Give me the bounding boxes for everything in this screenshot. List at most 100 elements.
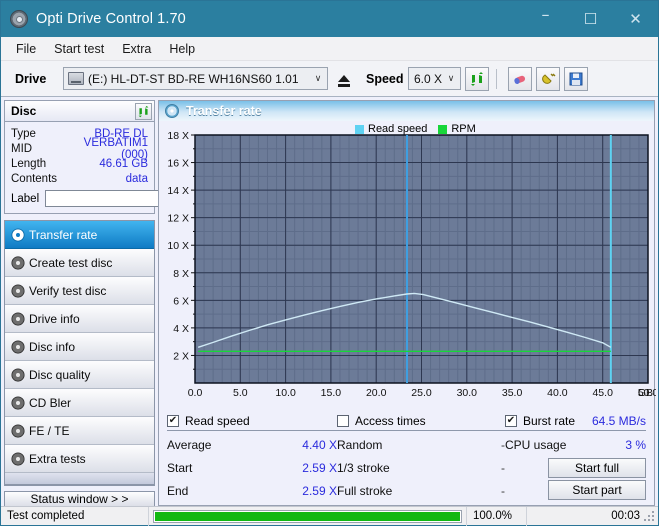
disc-info-icon [11, 340, 29, 354]
window-controls: – ☐ ✕ [523, 1, 658, 37]
stat-row-random: Random - [337, 433, 505, 456]
settings-button[interactable] [536, 67, 560, 91]
disc-panel-header: Disc [5, 101, 154, 122]
disc-label-row: Label [11, 189, 148, 208]
sidebar-item-disc-quality[interactable]: Disc quality [5, 361, 154, 389]
speed-select[interactable]: 6.0 X ∨ [408, 67, 461, 90]
content-header: Transfer rate [159, 101, 654, 121]
progress-bar [149, 507, 467, 526]
disc-icon [11, 396, 29, 410]
elapsed-time: 00:03 [527, 507, 658, 526]
read-speed-checkbox[interactable]: ✔ [167, 415, 179, 427]
save-button[interactable] [564, 67, 588, 91]
burst-rate-header: ✔ Burst rate 64.5 MB/s [505, 411, 646, 431]
content-panel: Transfer rate Read speed RPM 2 X4 X6 X8 … [158, 100, 655, 506]
refresh-icon [137, 105, 150, 118]
sidebar-item-label: Drive info [29, 312, 80, 326]
maximize-button[interactable]: ☐ [568, 1, 613, 37]
sidebar-item-cd-bler[interactable]: CD Bler [5, 389, 154, 417]
read-speed-column: ✔ Read speed Average 4.40 X Start 2.59 X… [167, 411, 337, 506]
drive-select-value: (E:) HL-DT-ST BD-RE WH16NS60 1.01 [88, 72, 309, 86]
start-part-button[interactable]: Start part [548, 480, 646, 500]
chevron-down-icon: ∨ [309, 74, 327, 84]
stats-panel: ✔ Read speed Average 4.40 X Start 2.59 X… [159, 409, 654, 506]
svg-text:45.0: 45.0 [592, 387, 613, 399]
sidebar-item-label: Create test disc [29, 256, 112, 270]
svg-text:25.0: 25.0 [411, 387, 432, 399]
disc-refresh-button[interactable] [135, 103, 152, 120]
chart-plot[interactable]: 2 X4 X6 X8 X10 X12 X14 X16 X18 X0.05.010… [159, 121, 656, 409]
stat-row-full-stroke: Full stroke - [337, 479, 505, 502]
sidebar-item-label: Disc info [29, 340, 75, 354]
stat-key: Average [167, 438, 302, 452]
svg-text:6 X: 6 X [173, 295, 189, 307]
disc-quality-icon [11, 368, 29, 382]
disc-row-key: Type [11, 128, 73, 140]
app-window: Opti Drive Control 1.70 – ☐ ✕ File Start… [0, 0, 659, 526]
sidebar-item-label: Transfer rate [29, 228, 97, 242]
disc-verify-icon [11, 284, 29, 298]
disc-row-value: data [73, 173, 148, 185]
stat-row-start: Start 2.59 X [167, 456, 337, 479]
disc-row-key: Length [11, 158, 73, 170]
sidebar-item-verify-test-disc[interactable]: Verify test disc [5, 277, 154, 305]
menu-item-file[interactable]: File [7, 39, 45, 59]
start-full-label: Start full [575, 461, 619, 475]
plug-icon [540, 71, 556, 87]
app-disc-icon [10, 10, 28, 28]
start-full-button[interactable]: Start full [548, 458, 646, 478]
speed-label: Speed [362, 72, 408, 86]
svg-text:10.0: 10.0 [275, 387, 296, 399]
disc-info-icon [11, 312, 29, 326]
svg-text:20.0: 20.0 [366, 387, 387, 399]
burst-rate-checkbox[interactable]: ✔ [505, 415, 517, 427]
eraser-icon [512, 71, 528, 87]
sidebar-item-transfer-rate[interactable]: Transfer rate [5, 221, 154, 249]
sidebar-item-create-test-disc[interactable]: Create test disc [5, 249, 154, 277]
menu-item-help[interactable]: Help [160, 39, 204, 59]
sidebar-item-drive-info[interactable]: Drive info [5, 305, 154, 333]
legend-label-rpm: RPM [451, 123, 475, 135]
status-window-button[interactable]: Status window > > [4, 491, 155, 507]
content-title: Transfer rate [186, 104, 262, 118]
sidebar-item-extra-tests[interactable]: Extra tests [5, 445, 154, 473]
svg-text:15.0: 15.0 [321, 387, 342, 399]
svg-text:30.0: 30.0 [457, 387, 478, 399]
minimize-button[interactable]: – [523, 1, 568, 37]
svg-text:4 X: 4 X [173, 323, 189, 335]
disc-icon [165, 104, 179, 118]
speed-select-value: 6.0 X [414, 72, 442, 86]
eject-button[interactable] [332, 67, 356, 91]
access-times-checkbox[interactable] [337, 415, 349, 427]
stat-row-average: Average 4.40 X [167, 433, 337, 456]
disc-row-contents: Contents data [11, 171, 148, 186]
svg-text:0.0: 0.0 [188, 387, 203, 399]
sidebar-item-fe-te[interactable]: FE / TE [5, 417, 154, 445]
menu-item-extra[interactable]: Extra [113, 39, 160, 59]
close-button[interactable]: ✕ [613, 1, 658, 37]
erase-button[interactable] [508, 67, 532, 91]
refresh-drive-button[interactable] [465, 67, 489, 91]
start-part-label: Start part [572, 483, 621, 497]
access-times-header: Access times [337, 411, 505, 431]
read-speed-header: ✔ Read speed [167, 411, 337, 431]
disc-panel-title: Disc [11, 104, 135, 118]
stat-value: - [453, 461, 505, 475]
transfer-rate-chart: Read speed RPM 2 X4 X6 X8 X10 X12 X14 X1… [159, 121, 654, 409]
drive-select[interactable]: (E:) HL-DT-ST BD-RE WH16NS60 1.01 ∨ [63, 67, 328, 90]
resize-grip-icon[interactable] [644, 511, 656, 523]
menu-item-start-test[interactable]: Start test [45, 39, 113, 59]
stat-key: 1/3 stroke [337, 461, 453, 475]
stat-key: CPU usage [505, 438, 625, 452]
svg-text:12 X: 12 X [167, 213, 189, 225]
stat-value: - [453, 438, 505, 452]
stat-row-third-stroke: 1/3 stroke - [337, 456, 505, 479]
disc-row-mid: MID VERBATIM1 (000) [11, 141, 148, 156]
sidebar-item-disc-info[interactable]: Disc info [5, 333, 154, 361]
stat-value: 4.40 X [302, 438, 337, 452]
svg-text:8 X: 8 X [173, 268, 189, 280]
sidebar-item-label: CD Bler [29, 396, 71, 410]
sidebar-nav-footer [5, 473, 154, 485]
menu-bar: File Start test Extra Help [1, 37, 658, 61]
stat-row-cpu-usage: CPU usage 3 % [505, 433, 646, 456]
